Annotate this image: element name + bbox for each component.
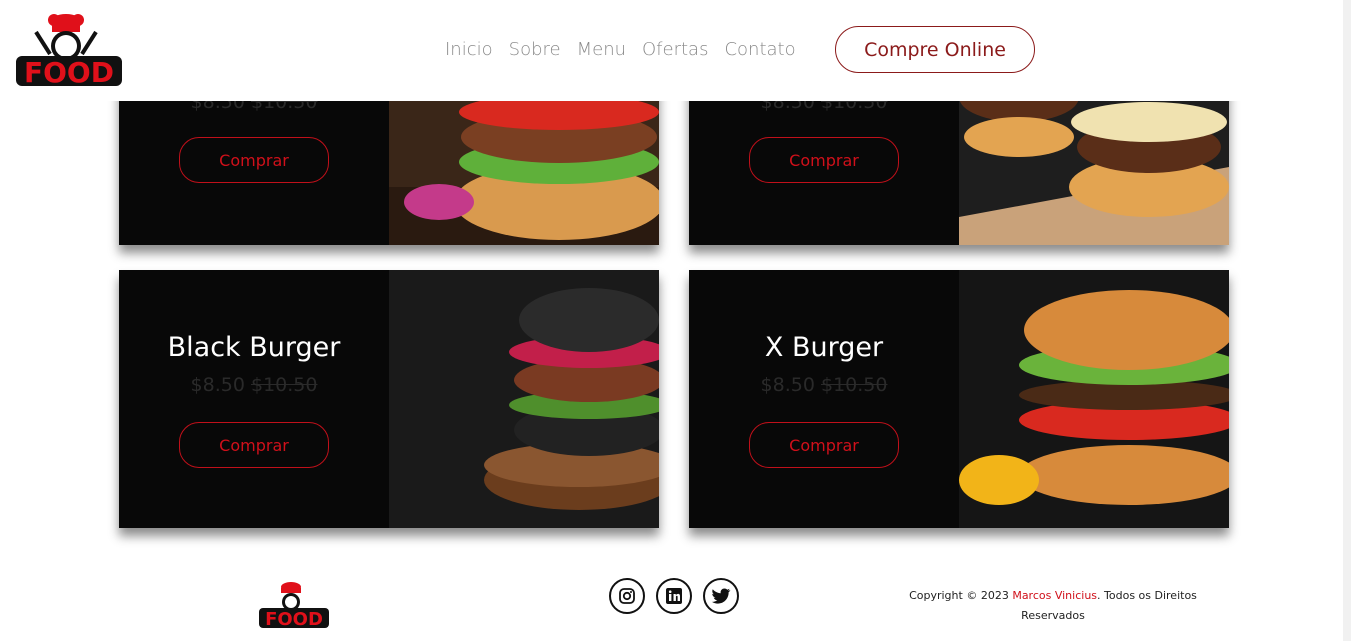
nav-menu[interactable]: Menu (577, 39, 626, 60)
site-header: FOOD Inicio Sobre Menu Ofertas Contato C… (0, 0, 1343, 101)
main-nav: Inicio Sobre Menu Ofertas Contato (437, 26, 804, 72)
compre-online-button[interactable]: Compre Online (835, 26, 1035, 73)
card-price: $8.50 $10.50 (760, 374, 888, 396)
card-price: $8.50 $10.50 (190, 374, 318, 396)
svg-text:FOOD: FOOD (24, 56, 114, 88)
instagram-icon[interactable] (609, 578, 645, 614)
black-burger-image (389, 270, 659, 528)
comprar-button[interactable]: Comprar (179, 422, 329, 468)
product-card-x-burger: X Burger $8.50 $10.50 Comprar (689, 270, 1229, 528)
footer-food-logo[interactable]: FOOD (258, 580, 330, 630)
comprar-button[interactable]: Comprar (179, 137, 329, 183)
comprar-button[interactable]: Comprar (749, 137, 899, 183)
nav-inicio[interactable]: Inicio (445, 39, 493, 60)
copyright-text: Copyright © 2023 Marcos Vinicius. Todos … (909, 589, 1197, 622)
nav-sobre[interactable]: Sobre (509, 39, 561, 60)
nav-contato[interactable]: Contato (724, 39, 795, 60)
card-title: Black Burger (167, 332, 341, 363)
x-burger-image (959, 270, 1229, 528)
twitter-icon[interactable] (703, 578, 739, 614)
comprar-button[interactable]: Comprar (749, 422, 899, 468)
author-link[interactable]: Marcos Vinicius (1012, 589, 1097, 602)
card-title: X Burger (764, 332, 884, 363)
card-info: X Burger $8.50 $10.50 Comprar (689, 270, 959, 528)
nav-ofertas[interactable]: Ofertas (642, 39, 708, 60)
food-logo[interactable]: FOOD (14, 10, 126, 88)
card-info: Black Burger $8.50 $10.50 Comprar (119, 270, 389, 528)
svg-text:FOOD: FOOD (265, 609, 323, 630)
product-card-black-burger: Black Burger $8.50 $10.50 Comprar (119, 270, 659, 528)
scrollbar[interactable] (1343, 0, 1351, 641)
linkedin-icon[interactable] (656, 578, 692, 614)
